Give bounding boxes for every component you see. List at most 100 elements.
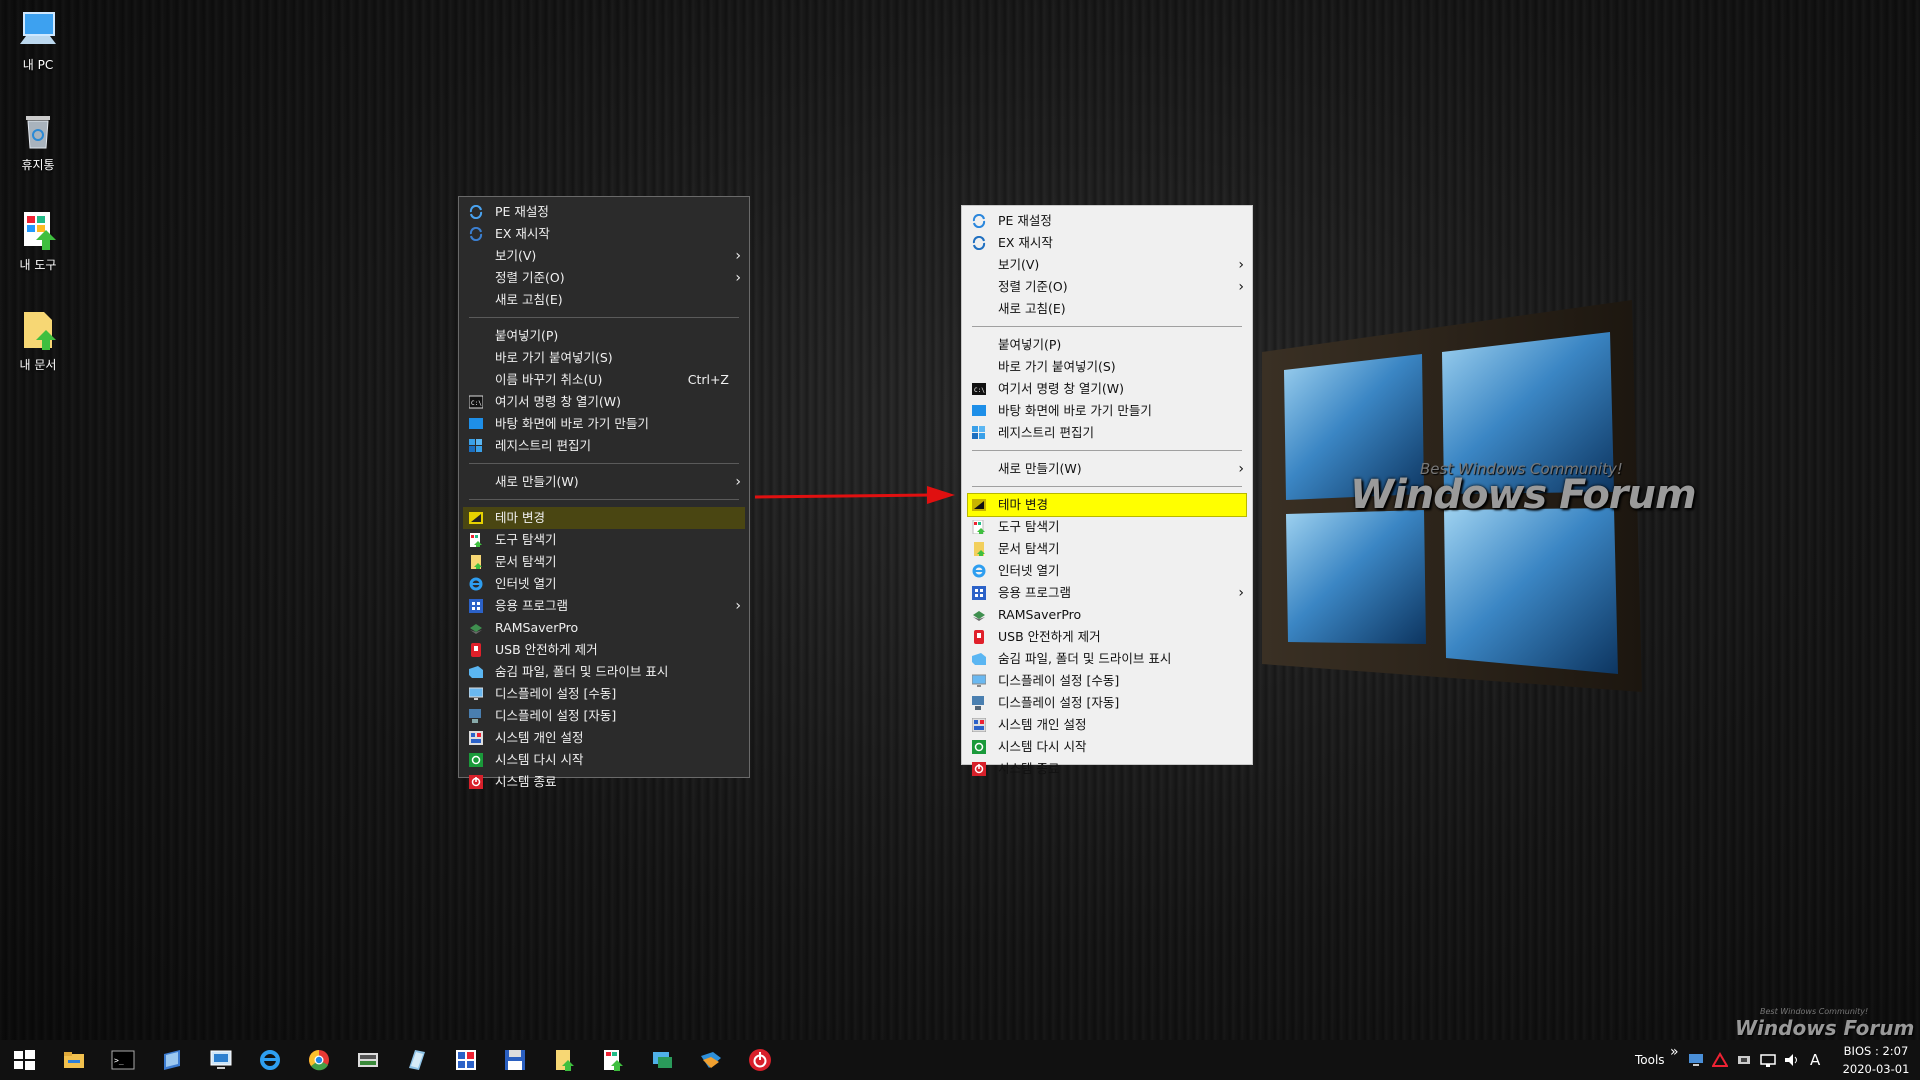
menu-item-display-manual[interactable]: 디스플레이 설정 [수동] <box>459 683 749 705</box>
desktop-icon-my-tools[interactable]: 내 도구 <box>10 208 66 273</box>
menu-item-view[interactable]: 보기(V) › <box>459 245 749 267</box>
menu-item-label: 인터넷 열기 <box>998 563 1060 578</box>
recycle-bin-icon <box>16 108 60 152</box>
menu-item-refresh[interactable]: 새로 고침(E) <box>459 289 749 311</box>
tools-icon <box>470 533 482 547</box>
menu-item-undo-rename[interactable]: 이름 바꾸기 취소(U) Ctrl+Z <box>459 369 749 391</box>
menu-item-ramsaverpro[interactable]: RAMSaverPro <box>459 617 749 639</box>
input-method-indicator[interactable]: A <box>1810 1040 1820 1080</box>
menu-item-show-hidden[interactable]: 숨김 파일, 폴더 및 드라이브 표시 <box>459 661 749 683</box>
context-menu-light: PE 재설정 EX 재시작 보기(V) › 정렬 기준(O) › 새로 고침(E) … <box>961 205 1253 776</box>
menu-item-documents-explorer[interactable]: 문서 탐색기 <box>459 551 749 573</box>
menu-item-reboot[interactable]: 시스템 다시 시작 <box>459 749 749 771</box>
usb-tray-icon[interactable] <box>1736 1052 1752 1068</box>
tools-icon[interactable] <box>601 1048 625 1072</box>
menu-item-label: EX 재시작 <box>998 235 1053 250</box>
menu-item-registry-editor[interactable]: 레지스트리 편집기 <box>962 422 1252 444</box>
menu-item-label: 도구 탐색기 <box>998 519 1060 534</box>
menu-item-refresh[interactable]: 새로 고침(E) <box>962 298 1252 320</box>
menu-item-label: 문서 탐색기 <box>998 541 1060 556</box>
menu-item-ramsaverpro[interactable]: RAMSaverPro <box>962 604 1252 626</box>
menu-item-shutdown[interactable]: 시스템 종료 <box>459 771 749 793</box>
desktop-icon-recycle-bin[interactable]: 휴지통 <box>10 108 66 173</box>
menu-item-desktop-shortcut[interactable]: 바탕 화면에 바로 가기 만들기 <box>962 400 1252 422</box>
network-icon[interactable] <box>650 1048 674 1072</box>
apps-grid-icon[interactable] <box>454 1048 478 1072</box>
save-icon[interactable] <box>503 1048 527 1072</box>
menu-item-display-auto[interactable]: 디스플레이 설정 [자동] <box>459 705 749 727</box>
menu-item-show-hidden[interactable]: 숨김 파일, 폴더 및 드라이브 표시 <box>962 648 1252 670</box>
ram-icon <box>973 611 985 621</box>
menu-item-label: 응용 프로그램 <box>495 598 568 613</box>
menu-item-open-internet[interactable]: 인터넷 열기 <box>459 573 749 595</box>
cmd-icon[interactable]: >_ <box>111 1048 135 1072</box>
menu-item-sort-by[interactable]: 정렬 기준(O) › <box>962 276 1252 298</box>
notepad-icon[interactable] <box>160 1048 184 1072</box>
menu-item-label: 응용 프로그램 <box>998 585 1071 600</box>
menu-item-personalize[interactable]: 시스템 개인 설정 <box>459 727 749 749</box>
menu-item-change-theme[interactable]: 테마 변경 <box>463 507 745 529</box>
folder-app-icon[interactable] <box>699 1048 723 1072</box>
menu-item-new[interactable]: 새로 만들기(W) › <box>962 458 1252 480</box>
display-tray-icon[interactable] <box>1688 1052 1704 1068</box>
menu-item-usb-eject[interactable]: USB 안전하게 제거 <box>962 626 1252 648</box>
menu-item-personalize[interactable]: 시스템 개인 설정 <box>962 714 1252 736</box>
reboot-icon <box>972 740 986 754</box>
file-explorer-icon[interactable] <box>62 1048 86 1072</box>
menu-item-usb-eject[interactable]: USB 안전하게 제거 <box>459 639 749 661</box>
menu-item-shutdown[interactable]: 시스템 종료 <box>962 758 1252 780</box>
menu-item-paste[interactable]: 붙여넣기(P) <box>962 334 1252 356</box>
menu-item-paste[interactable]: 붙여넣기(P) <box>459 325 749 347</box>
ie-icon[interactable] <box>258 1048 282 1072</box>
menu-item-tools-explorer[interactable]: 도구 탐색기 <box>459 529 749 551</box>
tool-icon[interactable] <box>405 1048 429 1072</box>
menu-item-sort-by[interactable]: 정렬 기준(O) › <box>459 267 749 289</box>
menu-item-display-auto[interactable]: 디스플레이 설정 [자동] <box>962 692 1252 714</box>
menu-item-desktop-shortcut[interactable]: 바탕 화면에 바로 가기 만들기 <box>459 413 749 435</box>
menu-item-reboot[interactable]: 시스템 다시 시작 <box>962 736 1252 758</box>
menu-item-open-internet[interactable]: 인터넷 열기 <box>962 560 1252 582</box>
desktop-icon-my-pc[interactable]: 내 PC <box>10 8 66 73</box>
tools-toolbar-label[interactable]: Tools <box>1635 1040 1665 1080</box>
documents-icon[interactable] <box>552 1048 576 1072</box>
menu-item-open-cmd[interactable]: C:\ 여기서 명령 창 열기(W) <box>962 378 1252 400</box>
network-tray-icon[interactable] <box>1760 1052 1776 1068</box>
chevron-right-icon: › <box>735 598 741 614</box>
clock-time: BIOS : 2:07 <box>1843 1044 1909 1058</box>
menu-item-applications[interactable]: 응용 프로그램 › <box>459 595 749 617</box>
menu-item-tools-explorer[interactable]: 도구 탐색기 <box>962 516 1252 538</box>
menu-item-label: 바로 가기 붙여넣기(S) <box>495 350 613 365</box>
start-icon[interactable] <box>12 1048 36 1072</box>
menu-item-applications[interactable]: 응용 프로그램 › <box>962 582 1252 604</box>
menu-item-new[interactable]: 새로 만들기(W) › <box>459 471 749 493</box>
desktop-icon-my-documents[interactable]: 내 문서 <box>10 308 66 373</box>
clock[interactable]: BIOS : 2:07 2020-03-01 <box>1840 1042 1912 1078</box>
menu-item-change-theme[interactable]: 테마 변경 <box>967 493 1247 517</box>
power-icon[interactable] <box>748 1048 772 1072</box>
menu-item-view[interactable]: 보기(V) › <box>962 254 1252 276</box>
menu-item-label: 바탕 화면에 바로 가기 만들기 <box>495 416 649 431</box>
triangle-tray-icon[interactable] <box>1712 1052 1728 1068</box>
chevron-right-icon: › <box>735 474 741 490</box>
menu-item-pe-reset[interactable]: PE 재설정 <box>459 201 749 223</box>
tools-shortcut-icon <box>16 208 60 252</box>
menu-item-label: 붙여넣기(P) <box>998 337 1062 352</box>
menu-item-paste-shortcut[interactable]: 바로 가기 붙여넣기(S) <box>459 347 749 369</box>
disk-icon[interactable] <box>356 1048 380 1072</box>
menu-item-registry-editor[interactable]: 레지스트리 편집기 <box>459 435 749 457</box>
menu-item-ex-restart[interactable]: EX 재시작 <box>962 232 1252 254</box>
menu-item-display-manual[interactable]: 디스플레이 설정 [수동] <box>962 670 1252 692</box>
menu-item-ex-restart[interactable]: EX 재시작 <box>459 223 749 245</box>
menu-item-paste-shortcut[interactable]: 바로 가기 붙여넣기(S) <box>962 356 1252 378</box>
menu-separator <box>469 317 739 318</box>
menu-item-open-cmd[interactable]: C:\ 여기서 명령 창 열기(W) <box>459 391 749 413</box>
registry-icon <box>972 426 985 439</box>
taskbar: >_ Tools » A BIOS : 2:07 2020-03-01 <box>0 1040 1920 1080</box>
chevron-double-right-icon[interactable]: » <box>1670 1032 1679 1072</box>
remote-desktop-icon[interactable] <box>209 1048 233 1072</box>
volume-icon[interactable] <box>1784 1052 1800 1068</box>
menu-item-label: 새로 만들기(W) <box>998 461 1082 476</box>
menu-item-documents-explorer[interactable]: 문서 탐색기 <box>962 538 1252 560</box>
chrome-icon[interactable] <box>307 1048 331 1072</box>
menu-item-pe-reset[interactable]: PE 재설정 <box>962 210 1252 232</box>
